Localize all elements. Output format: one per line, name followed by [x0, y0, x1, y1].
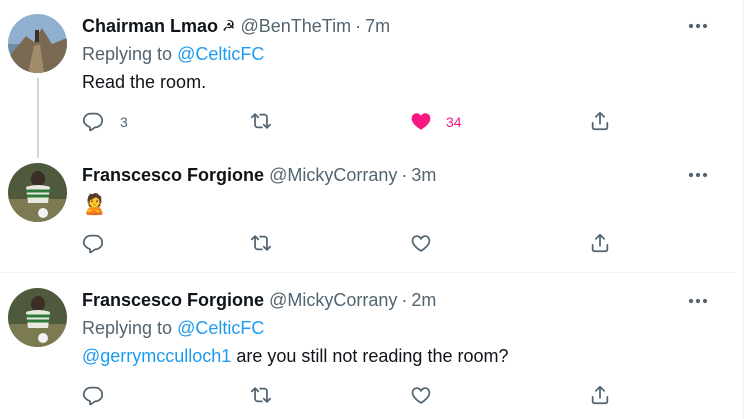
like-button[interactable] — [410, 383, 448, 409]
thread-connector — [37, 78, 39, 158]
more-options-icon[interactable] — [688, 16, 708, 36]
like-count: 34 — [446, 114, 462, 130]
separator-dot: · — [401, 289, 408, 310]
tweet-emoji: 🙎 — [82, 194, 107, 216]
replying-to-link[interactable]: @CelticFC — [177, 318, 264, 338]
retweet-icon — [250, 384, 272, 409]
timestamp[interactable]: 7m — [365, 16, 390, 37]
tweet-text-content: are you still not reading the room? — [231, 346, 509, 366]
more-options-icon[interactable] — [688, 291, 708, 311]
tweet-actions — [82, 383, 622, 409]
share-button[interactable] — [589, 383, 611, 409]
timestamp[interactable]: 2m — [411, 290, 436, 311]
display-name[interactable]: Franscesco Forgione — [82, 290, 264, 311]
avatar[interactable] — [8, 288, 67, 347]
tweet[interactable]: Chairman Lmao ☭ @BenTheTim · 7m Replying… — [0, 0, 736, 158]
username[interactable]: @MickyCorrany — [269, 165, 397, 186]
heart-filled-icon — [410, 110, 432, 135]
timestamp[interactable]: 3m — [411, 165, 436, 186]
retweet-icon — [250, 232, 272, 257]
like-button[interactable]: 34 — [410, 109, 462, 135]
display-name[interactable]: Chairman Lmao — [82, 16, 218, 37]
username[interactable]: @BenTheTim — [240, 16, 351, 37]
tweet-actions: 3 34 — [82, 109, 622, 135]
retweet-icon — [250, 110, 272, 135]
share-icon — [589, 232, 611, 257]
reply-button[interactable] — [82, 383, 120, 409]
reply-icon — [82, 110, 104, 135]
reply-count: 3 — [120, 114, 128, 130]
separator-dot: · — [401, 164, 408, 185]
tweet[interactable]: Franscesco Forgione @MickyCorrany · 2m R… — [0, 272, 736, 419]
heart-outline-icon — [410, 232, 432, 257]
reply-icon — [82, 232, 104, 257]
tweet-feed: Chairman Lmao ☭ @BenTheTim · 7m Replying… — [0, 0, 744, 419]
reply-icon — [82, 384, 104, 409]
name-emoji: ☭ — [222, 18, 236, 35]
avatar[interactable] — [8, 14, 67, 73]
reply-button[interactable] — [82, 231, 120, 257]
tweet-actions — [82, 231, 622, 257]
display-name[interactable]: Franscesco Forgione — [82, 165, 264, 186]
tweet[interactable]: Franscesco Forgione @MickyCorrany · 3m 🙎 — [0, 150, 736, 272]
mention-link[interactable]: @gerrymcculloch1 — [82, 346, 231, 366]
tweet-text: @gerrymcculloch1 are you still not readi… — [82, 346, 508, 367]
share-button[interactable] — [589, 109, 611, 135]
share-icon — [589, 110, 611, 135]
separator-dot: · — [355, 15, 362, 36]
retweet-button[interactable] — [250, 383, 288, 409]
tweet-header: Franscesco Forgione @MickyCorrany · 2m — [82, 289, 436, 311]
more-options-icon[interactable] — [688, 165, 708, 185]
reply-button[interactable]: 3 — [82, 109, 128, 135]
share-icon — [589, 384, 611, 409]
retweet-button[interactable] — [250, 231, 288, 257]
avatar[interactable] — [8, 163, 67, 222]
replying-to-link[interactable]: @CelticFC — [177, 44, 264, 64]
tweet-header: Franscesco Forgione @MickyCorrany · 3m — [82, 164, 436, 186]
heart-outline-icon — [410, 384, 432, 409]
replying-to: Replying to @CelticFC — [82, 44, 264, 65]
replying-to-label: Replying to — [82, 318, 173, 338]
share-button[interactable] — [589, 231, 611, 257]
replying-to: Replying to @CelticFC — [82, 318, 264, 339]
username[interactable]: @MickyCorrany — [269, 290, 397, 311]
replying-to-label: Replying to — [82, 44, 173, 64]
tweet-header: Chairman Lmao ☭ @BenTheTim · 7m — [82, 15, 390, 37]
like-button[interactable] — [410, 231, 448, 257]
tweet-text: Read the room. — [82, 72, 207, 92]
retweet-button[interactable] — [250, 109, 288, 135]
